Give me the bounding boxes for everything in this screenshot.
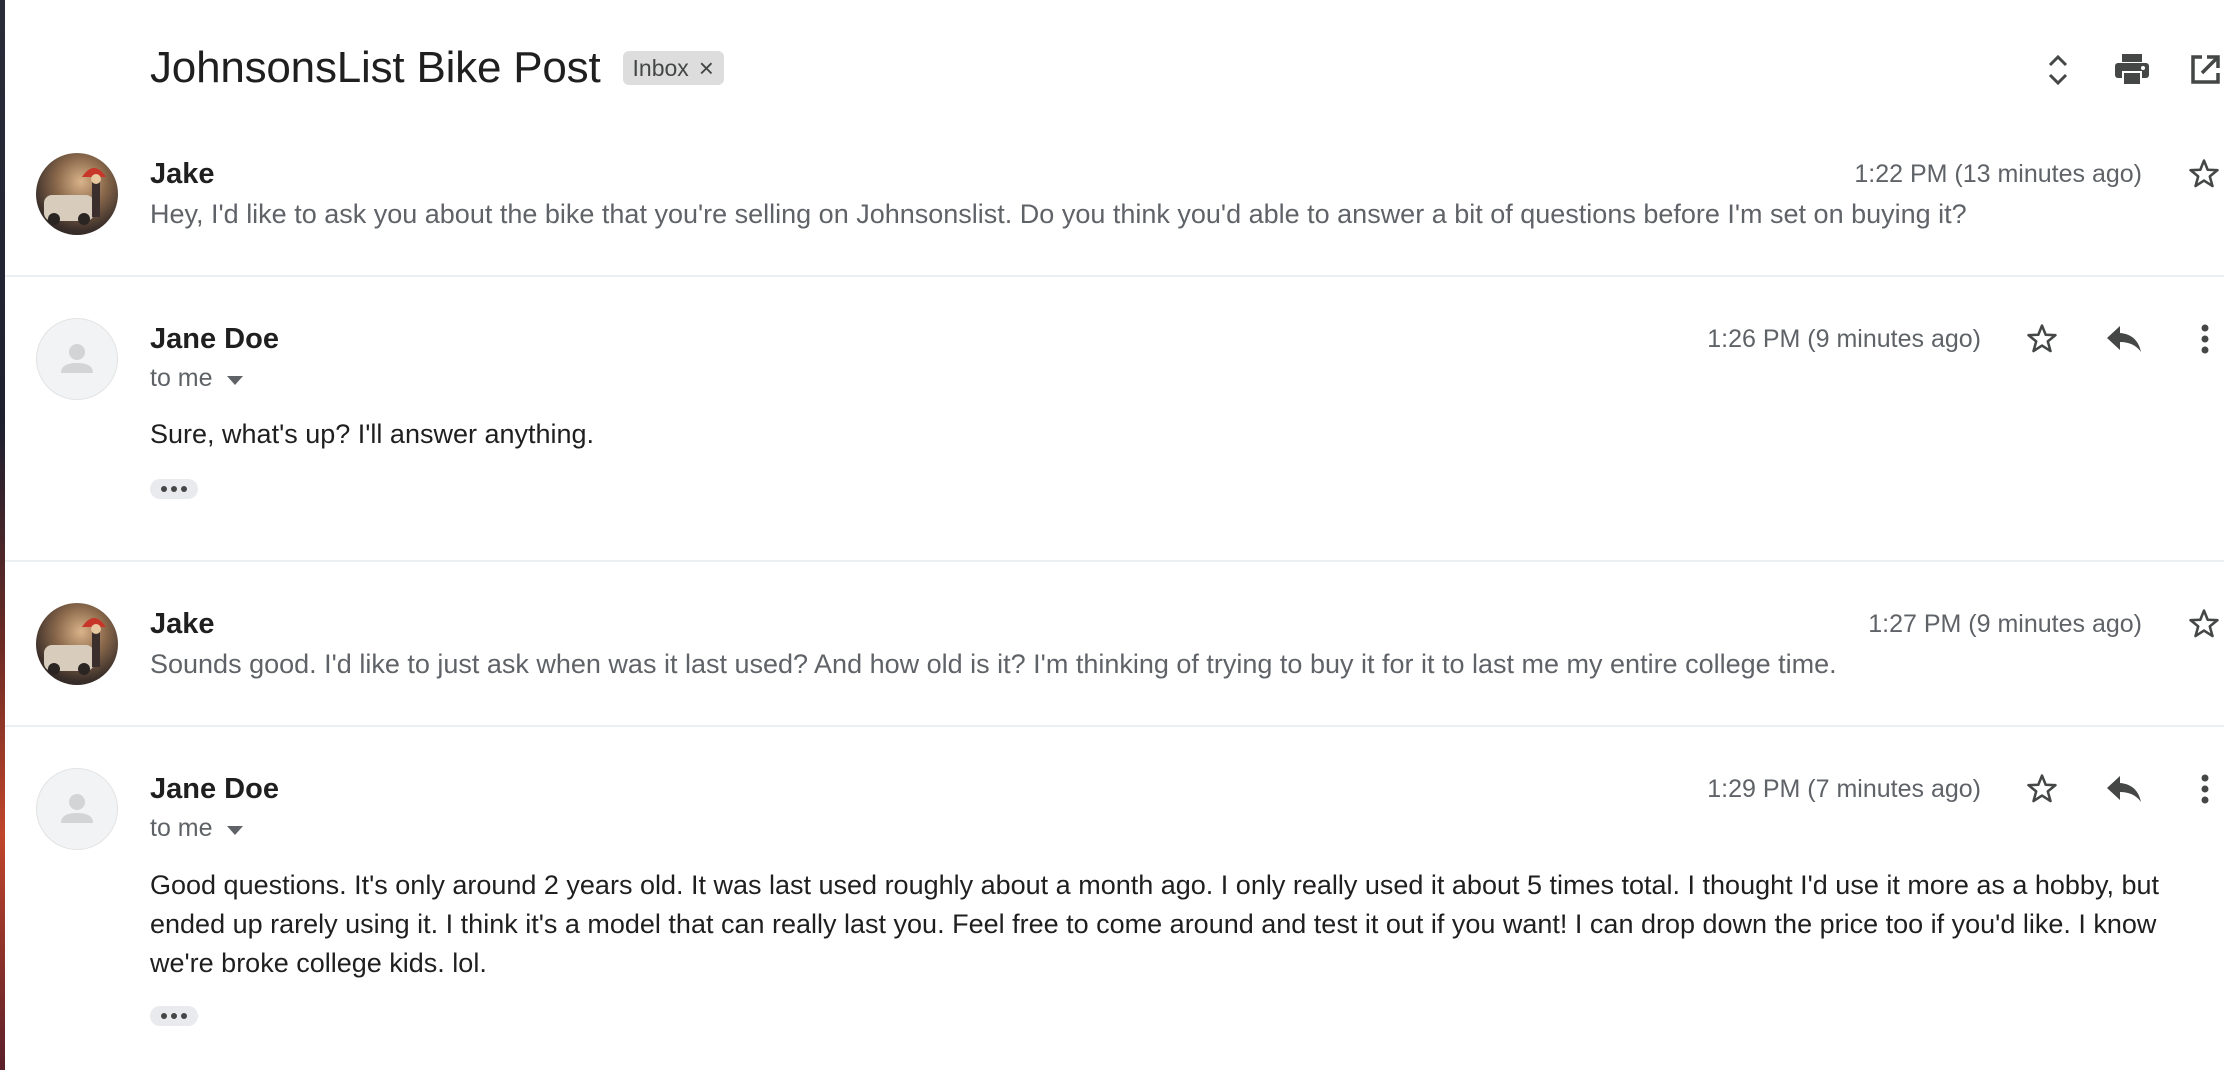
star-icon[interactable] — [2024, 321, 2060, 357]
dropdown-caret-icon[interactable] — [226, 375, 243, 385]
background-window-edge — [0, 0, 5, 1070]
reply-icon[interactable] — [2104, 321, 2144, 357]
message-divider — [5, 725, 2224, 727]
show-trimmed-content-button[interactable] — [150, 479, 198, 499]
label-text: Inbox — [632, 54, 689, 81]
reply-icon[interactable] — [2104, 771, 2144, 807]
more-options-icon[interactable] — [2190, 321, 2220, 357]
message-body: Good questions. It's only around 2 years… — [150, 870, 2159, 978]
thread-subject: JohnsonsList Bike Post — [150, 43, 601, 92]
message-snippet[interactable]: Sounds good. I'd like to just ask when w… — [150, 649, 1837, 680]
message-timestamp: 1:26 PM (9 minutes ago) — [1707, 325, 1981, 353]
inbox-label-chip[interactable]: Inbox × — [622, 51, 724, 85]
thread-header: JohnsonsList Bike Post Inbox × — [150, 38, 724, 98]
message-timestamp: 1:29 PM (7 minutes ago) — [1707, 775, 1981, 803]
dot-icon — [171, 486, 177, 492]
sender-name[interactable]: Jake — [150, 158, 215, 191]
open-new-window-icon[interactable] — [2186, 50, 2224, 90]
dot-icon — [181, 1013, 187, 1019]
message-timestamp: 1:22 PM (13 minutes ago) — [1854, 160, 2142, 188]
star-icon[interactable] — [2186, 156, 2222, 192]
star-icon[interactable] — [2186, 606, 2222, 642]
sender-name[interactable]: Jake — [150, 608, 215, 641]
recipient-text: to me — [150, 814, 213, 842]
remove-label-icon[interactable]: × — [699, 55, 714, 81]
expand-collapse-icon[interactable] — [2043, 48, 2073, 92]
sender-name[interactable]: Jane Doe — [150, 323, 279, 356]
dot-icon — [161, 1013, 167, 1019]
dot-icon — [181, 486, 187, 492]
print-icon[interactable] — [2112, 50, 2152, 90]
dot-icon — [171, 1013, 177, 1019]
recipients-toggle[interactable]: to me — [150, 364, 243, 393]
message-divider — [5, 560, 2224, 562]
sender-avatar[interactable] — [36, 153, 118, 235]
default-avatar[interactable] — [36, 318, 118, 400]
message-body: Sure, what's up? I'll answer anything. — [150, 419, 595, 449]
message-snippet[interactable]: Hey, I'd like to ask you about the bike … — [150, 199, 1967, 230]
star-icon[interactable] — [2024, 771, 2060, 807]
recipient-text: to me — [150, 364, 213, 392]
sender-name[interactable]: Jane Doe — [150, 773, 279, 806]
sender-avatar[interactable] — [36, 603, 118, 685]
message-divider — [5, 275, 2224, 277]
more-options-icon[interactable] — [2190, 771, 2220, 807]
dot-icon — [161, 486, 167, 492]
default-avatar[interactable] — [36, 768, 118, 850]
dropdown-caret-icon[interactable] — [226, 825, 243, 835]
recipients-toggle[interactable]: to me — [150, 814, 243, 843]
message-timestamp: 1:27 PM (9 minutes ago) — [1868, 610, 2142, 638]
show-trimmed-content-button[interactable] — [150, 1006, 198, 1026]
